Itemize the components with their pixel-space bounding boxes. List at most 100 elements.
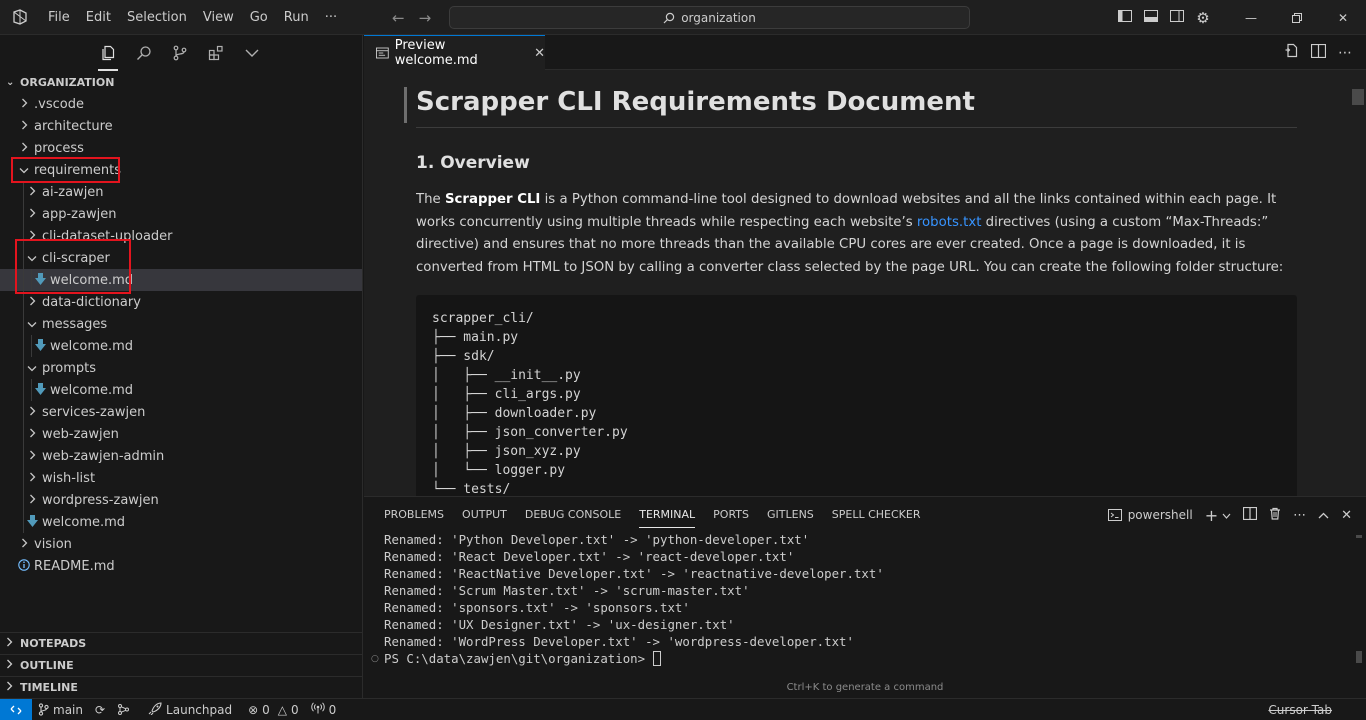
tree-folder[interactable]: data-dictionary [0, 291, 362, 313]
tab-label: Preview welcome.md [394, 38, 478, 68]
tree-file[interactable]: welcome.md [0, 269, 362, 291]
tree-file[interactable]: welcome.md [0, 379, 362, 401]
tab-debug-console[interactable]: DEBUG CONSOLE [525, 497, 632, 533]
indent-guide [23, 511, 24, 533]
menu-item-view[interactable]: View [195, 0, 242, 35]
markdown-file-icon [32, 338, 48, 354]
open-source-icon[interactable] [1284, 43, 1299, 62]
launchpad-button[interactable]: Launchpad [142, 701, 238, 718]
tree-folder[interactable]: ai-zawjen [0, 181, 362, 203]
scroll-thumb[interactable] [1356, 651, 1362, 663]
warning-count: 0 [291, 702, 299, 717]
menu-item-selection[interactable]: Selection [119, 0, 195, 35]
indent-guide [23, 247, 24, 269]
close-icon[interactable]: ✕ [534, 46, 545, 61]
more-actions-icon[interactable]: ⋯ [1338, 45, 1352, 61]
terminal-output[interactable]: Renamed: 'Python Developer.txt' -> 'pyth… [384, 531, 1346, 667]
menu-item-edit[interactable]: Edit [78, 0, 119, 35]
cursor-tab-status[interactable]: Cursor Tab [1268, 699, 1332, 720]
indent-guide [23, 203, 24, 225]
minimize-button[interactable]: — [1228, 0, 1274, 35]
split-editor-icon[interactable] [1310, 43, 1327, 62]
menu-item-file[interactable]: File [40, 0, 78, 35]
sidebar-toolbar [0, 35, 362, 71]
error-icon: ⊗ [248, 702, 259, 717]
gear-icon[interactable]: ⚙ [1190, 9, 1216, 27]
problems-indicator[interactable]: ⊗ 0 △ 0 [242, 703, 305, 717]
tree-folder[interactable]: architecture [0, 115, 362, 137]
tree-folder[interactable]: web-zawjen-admin [0, 445, 362, 467]
tree-folder[interactable]: .vscode [0, 93, 362, 115]
trash-icon[interactable] [1269, 507, 1281, 524]
section-timeline[interactable]: TIMELINE [0, 676, 362, 698]
scroll-thumb[interactable] [1352, 89, 1364, 105]
tab-spell-checker[interactable]: SPELL CHECKER [832, 497, 932, 533]
explorer-sidebar: ⌄ ORGANIZATION .vscode architecture proces… [0, 35, 363, 698]
close-window-button[interactable]: ✕ [1320, 0, 1366, 35]
section-outline[interactable]: OUTLINE [0, 654, 362, 676]
explorer-root-header[interactable]: ⌄ ORGANIZATION [0, 71, 362, 93]
tree-folder[interactable]: process [0, 137, 362, 159]
tab-terminal[interactable]: TERMINAL [639, 497, 706, 533]
tree-folder[interactable]: prompts [0, 357, 362, 379]
tree-folder[interactable]: vision [0, 533, 362, 555]
close-panel-icon[interactable]: ✕ [1341, 508, 1352, 523]
tree-file[interactable]: README.md [0, 555, 362, 577]
tree-item-label: services-zawjen [42, 404, 146, 420]
tab-problems[interactable]: PROBLEMS [384, 497, 455, 533]
terminal-prompt: PS C:\data\zawjen\git\organization> [384, 651, 653, 666]
tab-ports[interactable]: PORTS [713, 497, 760, 533]
tree-folder[interactable]: cli-dataset-uploader [0, 225, 362, 247]
tree-item-label: welcome.md [42, 514, 126, 530]
menu-item-run[interactable]: Run [276, 0, 317, 35]
maximize-panel-icon[interactable] [1318, 508, 1329, 523]
tree-item-label: vision [34, 536, 72, 552]
tree-folder[interactable]: services-zawjen [0, 401, 362, 423]
menu-item-more[interactable]: ··· [317, 0, 345, 35]
extensions-icon[interactable] [204, 38, 228, 68]
tab-output[interactable]: OUTPUT [462, 497, 518, 533]
ports-indicator[interactable]: 0 [305, 702, 343, 717]
terminal-scrollbar[interactable] [1356, 533, 1362, 663]
sync-button[interactable]: ⟳ [89, 703, 111, 717]
explorer-icon[interactable] [96, 38, 120, 71]
forward-arrow-icon[interactable]: → [419, 9, 432, 27]
toggle-panel-icon[interactable] [1138, 9, 1164, 26]
more-chevron-icon[interactable] [240, 38, 264, 68]
new-terminal-icon[interactable]: + [1205, 506, 1218, 525]
more-actions-icon[interactable]: ⋯ [1293, 508, 1306, 523]
command-center-search[interactable]: organization [449, 6, 970, 29]
remote-indicator-icon[interactable] [0, 698, 32, 720]
restore-button[interactable] [1274, 0, 1320, 35]
tree-folder[interactable]: web-zawjen [0, 423, 362, 445]
tree-folder[interactable]: requirements [0, 159, 362, 181]
tree-file[interactable]: welcome.md [0, 335, 362, 357]
terminal-instance[interactable]: powershell [1107, 508, 1193, 522]
gitlens-graph-button[interactable] [111, 703, 136, 716]
tab-preview-welcome[interactable]: Preview welcome.md ✕ [364, 35, 545, 70]
tree-folder[interactable]: cli-scraper [0, 247, 362, 269]
branch-indicator[interactable]: main [32, 703, 89, 717]
chevron-down-icon[interactable] [1222, 508, 1231, 523]
tree-item-label: cli-dataset-uploader [42, 228, 173, 244]
tree-folder[interactable]: messages [0, 313, 362, 335]
split-terminal-icon[interactable] [1242, 506, 1258, 524]
section-notepads[interactable]: NOTEPADS [0, 632, 362, 654]
editor-scrollbar[interactable] [1352, 77, 1364, 496]
tree-file[interactable]: welcome.md [0, 511, 362, 533]
nav-arrows: ← → [392, 0, 431, 35]
broadcast-icon [311, 702, 325, 717]
tree-folder[interactable]: app-zawjen [0, 203, 362, 225]
tree-folder[interactable]: wordpress-zawjen [0, 489, 362, 511]
source-control-icon[interactable] [168, 38, 192, 68]
menu-item-go[interactable]: Go [242, 0, 276, 35]
tab-gitlens[interactable]: GITLENS [767, 497, 825, 533]
toggle-secondary-sidebar-icon[interactable] [1164, 9, 1190, 26]
file-tree: .vscode architecture process requirements ai… [0, 93, 362, 577]
tree-folder[interactable]: wish-list [0, 467, 362, 489]
chevron-right-icon [6, 681, 20, 694]
robots-link[interactable]: robots.txt [917, 215, 982, 230]
toggle-primary-sidebar-icon[interactable] [1112, 9, 1138, 26]
back-arrow-icon[interactable]: ← [392, 9, 405, 27]
search-icon[interactable] [132, 38, 156, 68]
